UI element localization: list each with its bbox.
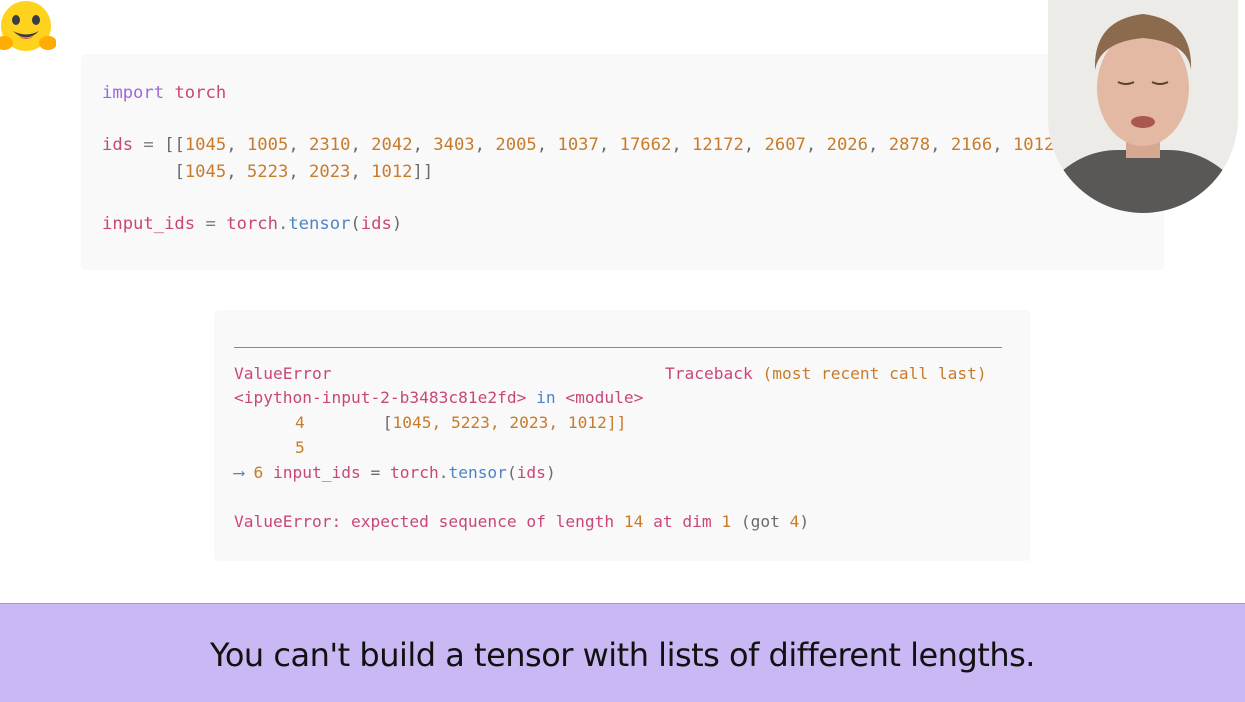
code-line-ids-row2: [1045, 5223, 2023, 1012]] (102, 161, 433, 183)
presenter-avatar-icon (1048, 0, 1238, 213)
import-keyword: import (102, 83, 165, 103)
line-number-5: 5 (295, 438, 305, 457)
ids-variable: ids (102, 135, 134, 155)
array-value: 12172 (692, 135, 744, 155)
row1-values: 1045, 1005, 2310, 2042, 3403, 2005, 1037… (184, 135, 1055, 155)
line4-values: 1045, 5223, 2023, 1012 (392, 413, 607, 432)
row2-close-bracket: ]] (412, 162, 434, 182)
traceback-line-6: ⟶ 6 input_ids = torch.tensor(ids) (234, 463, 556, 482)
code-line-import: import torch (102, 82, 226, 104)
array-value: 2042 (371, 135, 413, 155)
frame-module: <module> (565, 388, 644, 407)
error-message: ValueError: expected sequence of length … (234, 512, 810, 531)
error-header-left: ValueError (234, 363, 331, 384)
line-number-4: 4 (295, 413, 305, 432)
assign-operator: = (143, 135, 154, 155)
traceback-line-5: 5 (295, 437, 305, 458)
traceback-line-4: 4 [1045, 5223, 2023, 1012]] (295, 413, 627, 432)
array-value: 1045 (184, 135, 227, 155)
array-value: 2310 (309, 135, 351, 155)
error-output: ValueError Traceback (most recent call l… (214, 310, 1030, 561)
assign-operator: = (205, 214, 216, 234)
code-line-ids-row1: ids = [[1045, 1005, 2310, 2042, 3403, 20… (102, 134, 1054, 156)
tensor-function: tensor (288, 214, 351, 234)
array-value: 2005 (495, 135, 537, 155)
array-value: 2607 (764, 135, 806, 155)
code-line-input-ids: input_ids = torch.tensor(ids) (102, 214, 403, 234)
frame-location: <ipython-input-2-b3483c81e2fd> (234, 388, 527, 407)
torch-name: torch (226, 214, 278, 234)
row2-open-bracket: [ (174, 162, 185, 182)
array-value: 5223 (246, 162, 289, 182)
error-message-type: ValueError: (234, 512, 342, 531)
code-cell: import torch ids = [[1045, 1005, 2310, 2… (81, 54, 1164, 270)
traceback-hint: (most recent call last) (762, 364, 987, 383)
array-value: 1045 (184, 162, 227, 182)
error-type: ValueError (234, 364, 332, 383)
array-value: 2166 (950, 135, 993, 155)
call-argument: ids (360, 214, 392, 234)
array-value: 1005 (246, 135, 289, 155)
frame-location-line: <ipython-input-2-b3483c81e2fd> in <modul… (234, 387, 643, 408)
array-value: 1012 (1012, 135, 1055, 155)
traceback-divider (234, 347, 1002, 348)
hugging-face-logo-icon (0, 1, 56, 51)
array-value: 2878 (888, 135, 931, 155)
array-value: 1012 (371, 162, 413, 182)
array-value: 1037 (557, 135, 599, 155)
error-header-right: Traceback (most recent call last) (665, 363, 987, 384)
array-value: 3403 (433, 135, 475, 155)
presenter-webcam (1048, 0, 1238, 213)
array-value: 2023 (309, 162, 351, 182)
subtitle-bar: You can't build a tensor with lists of d… (0, 603, 1245, 702)
row2-values: 1045, 5223, 2023, 1012 (184, 162, 413, 182)
line-number-6: 6 (253, 463, 264, 482)
array-value: 17662 (619, 135, 672, 155)
frame-in: in (536, 388, 556, 407)
module-name: torch (174, 83, 227, 103)
traceback-label: Traceback (665, 364, 753, 383)
row1-open-bracket: [[ (164, 135, 185, 155)
input-ids-variable: input_ids (102, 214, 196, 234)
arrow-icon: ⟶ (234, 463, 244, 482)
subtitle-text: You can't build a tensor with lists of d… (210, 636, 1035, 674)
array-value: 2026 (826, 135, 869, 155)
